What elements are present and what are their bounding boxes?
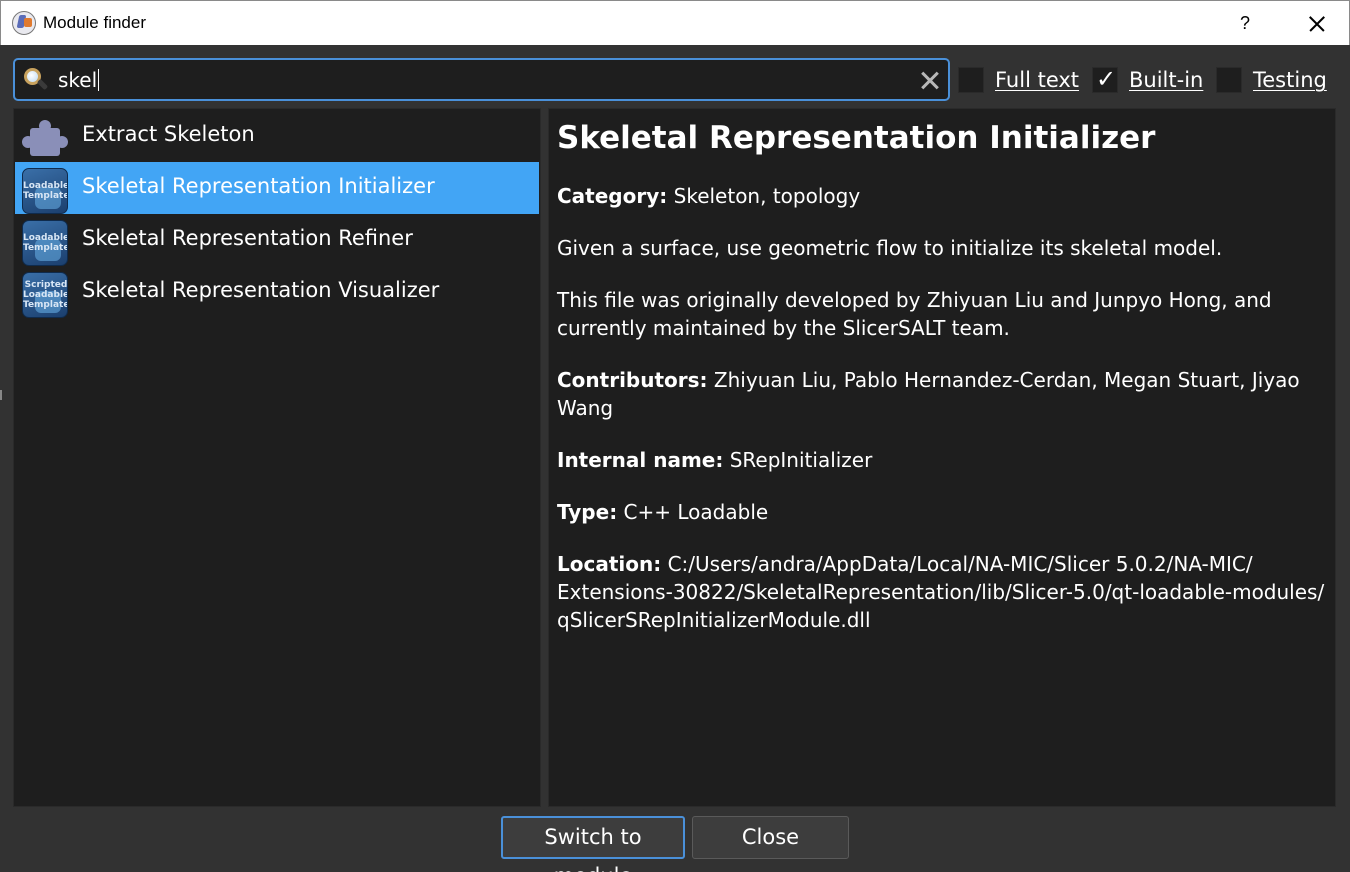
built-in-checkbox-box[interactable] bbox=[1092, 65, 1118, 93]
loadable-template-icon: Loadable Template bbox=[22, 220, 68, 266]
close-window-icon[interactable] bbox=[1289, 1, 1343, 45]
search-input-value[interactable]: skel bbox=[58, 68, 99, 92]
module-details-pane: Skeletal Representation Initializer Cate… bbox=[548, 108, 1336, 807]
module-title: Skeletal Representation Initializer bbox=[557, 120, 1156, 156]
testing-label[interactable]: Testing bbox=[1253, 68, 1327, 92]
full-text-checkbox-box[interactable] bbox=[958, 67, 984, 93]
clear-search-icon[interactable] bbox=[918, 68, 942, 92]
window-title: Module finder bbox=[43, 13, 147, 32]
search-icon bbox=[24, 68, 49, 92]
title-bar: Module finder ? bbox=[0, 0, 1350, 45]
location-value-line-2: Extensions-30822/SkeletalRepresentation/… bbox=[557, 580, 1325, 604]
internal-name-line: Internal name: SRepInitializer bbox=[557, 446, 872, 474]
type-label: Type: bbox=[557, 500, 618, 524]
contributors-line: Contributors: Zhiyuan Liu, Pablo Hernand… bbox=[557, 366, 1300, 394]
testing-checkbox-box[interactable] bbox=[1216, 67, 1242, 93]
built-in-checkbox[interactable]: Built-in bbox=[1092, 65, 1203, 94]
location-label: Location: bbox=[557, 552, 662, 576]
list-item[interactable]: Extract Skeleton bbox=[15, 110, 539, 162]
list-item-label: Extract Skeleton bbox=[82, 122, 255, 146]
list-item[interactable]: Loadable Template Skeletal Representatio… bbox=[15, 162, 539, 214]
help-button[interactable]: ? bbox=[1227, 1, 1263, 45]
category-value: Skeleton, topology bbox=[673, 184, 861, 208]
category-label: Category: bbox=[557, 184, 668, 208]
contributors-value-continued: Wang bbox=[557, 396, 614, 420]
location-value: C:/Users/andra/AppData/Local/NA-MIC/Slic… bbox=[667, 552, 1253, 576]
slicer-app-icon bbox=[12, 11, 36, 35]
contributors-label: Contributors: bbox=[557, 368, 708, 392]
internal-name-label: Internal name: bbox=[557, 448, 724, 472]
list-item-label: Skeletal Representation Initializer bbox=[82, 174, 435, 198]
acknowledgement-line-1: This file was originally developed by Zh… bbox=[557, 288, 1272, 312]
built-in-label[interactable]: Built-in bbox=[1129, 68, 1203, 92]
location-line: Location: C:/Users/andra/AppData/Local/N… bbox=[557, 550, 1253, 578]
list-item-label: Skeletal Representation Visualizer bbox=[82, 278, 440, 302]
window-edge-mark bbox=[0, 390, 2, 400]
module-description: Given a surface, use geometric flow to i… bbox=[557, 236, 1223, 260]
category-line: Category: Skeleton, topology bbox=[557, 182, 860, 210]
type-line: Type: C++ Loadable bbox=[557, 498, 768, 526]
full-text-checkbox[interactable]: Full text bbox=[958, 66, 1079, 94]
list-item-label: Skeletal Representation Refiner bbox=[82, 226, 413, 250]
list-item[interactable]: Scripted Loadable Template Skeletal Repr… bbox=[15, 266, 539, 318]
internal-name-value: SRepInitializer bbox=[729, 448, 873, 472]
search-input[interactable]: skel bbox=[13, 58, 950, 101]
type-value: C++ Loadable bbox=[623, 500, 769, 524]
module-list[interactable]: Extract Skeleton Loadable Template Skele… bbox=[13, 108, 541, 807]
list-item[interactable]: Loadable Template Skeletal Representatio… bbox=[15, 214, 539, 266]
acknowledgement-line-2: currently maintained by the SlicerSALT t… bbox=[557, 316, 1010, 340]
location-value-line-3: qSlicerSRepInitializerModule.dll bbox=[557, 608, 871, 632]
loadable-template-icon: Loadable Template bbox=[22, 168, 68, 214]
puzzle-icon bbox=[22, 116, 68, 162]
switch-to-module-button[interactable]: Switch to module bbox=[501, 816, 685, 872]
testing-checkbox[interactable]: Testing bbox=[1216, 66, 1327, 94]
full-text-label[interactable]: Full text bbox=[995, 68, 1079, 92]
scripted-loadable-template-icon: Scripted Loadable Template bbox=[22, 272, 68, 318]
contributors-value: Zhiyuan Liu, Pablo Hernandez-Cerdan, Meg… bbox=[713, 368, 1300, 392]
close-button[interactable]: Close bbox=[692, 816, 849, 859]
